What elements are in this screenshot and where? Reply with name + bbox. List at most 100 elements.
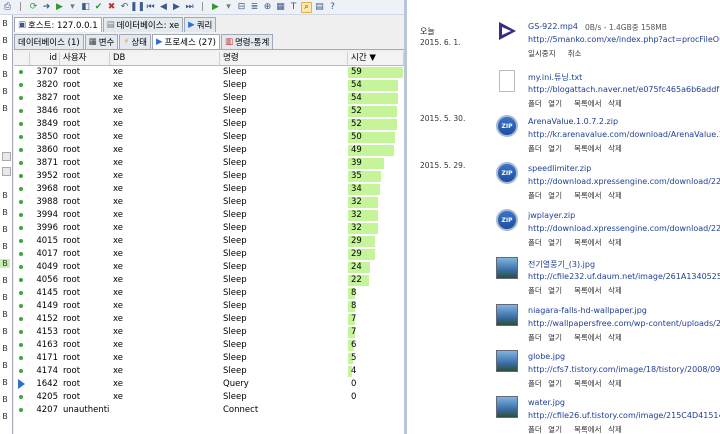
cell-db[interactable] bbox=[110, 404, 220, 417]
tree-item-marker[interactable]: B bbox=[0, 395, 10, 404]
download-filename[interactable]: GS-922.mp4 bbox=[528, 22, 578, 31]
cell-user[interactable]: root bbox=[60, 118, 110, 131]
undo-icon[interactable]: ↶ bbox=[119, 2, 130, 13]
cell-user[interactable]: root bbox=[60, 326, 110, 339]
open-folder-link[interactable]: 폴더 열기 bbox=[528, 379, 562, 388]
cell-time[interactable]: 39 bbox=[348, 157, 404, 170]
cell-id[interactable]: 4017 bbox=[30, 248, 60, 261]
cell-command[interactable]: Sleep bbox=[220, 261, 348, 274]
tree-item-marker[interactable]: B bbox=[0, 19, 10, 28]
cell-time[interactable]: 50 bbox=[348, 131, 404, 144]
cell-db[interactable]: xe bbox=[110, 365, 220, 378]
tree-item-marker[interactable]: B bbox=[0, 293, 10, 302]
cell-time[interactable]: 0 bbox=[348, 378, 404, 391]
cell-command[interactable]: Sleep bbox=[220, 248, 348, 261]
cell-command[interactable]: Sleep bbox=[220, 157, 348, 170]
cell-db[interactable]: xe bbox=[110, 339, 220, 352]
cell-user[interactable]: root bbox=[60, 274, 110, 287]
cell-user[interactable]: root bbox=[60, 196, 110, 209]
cell-command[interactable]: Sleep bbox=[220, 365, 348, 378]
table-row[interactable]: 3860 root xe Sleep 49 bbox=[14, 144, 404, 157]
cell-user[interactable]: unauthenti... bbox=[60, 404, 110, 417]
cell-user[interactable]: root bbox=[60, 66, 110, 79]
download-filename[interactable]: jwplayer.zip bbox=[528, 211, 575, 220]
table-row[interactable]: 4145 root xe Sleep 8 bbox=[14, 287, 404, 300]
cell-user[interactable]: root bbox=[60, 222, 110, 235]
cell-time[interactable]: 7 bbox=[348, 326, 404, 339]
tab-query[interactable]: ▶ 쿼리 bbox=[184, 17, 217, 32]
table-row[interactable]: 3827 root xe Sleep 54 bbox=[14, 92, 404, 105]
cell-id[interactable]: 3994 bbox=[30, 209, 60, 222]
open-folder-link[interactable]: 폴더 열기 bbox=[528, 144, 562, 153]
cell-time[interactable]: 54 bbox=[348, 92, 404, 105]
cell-user[interactable]: root bbox=[60, 378, 110, 391]
tree-item-marker[interactable]: B bbox=[0, 344, 10, 353]
table-row[interactable]: 3820 root xe Sleep 54 bbox=[14, 79, 404, 92]
tree-item-marker[interactable]: B bbox=[0, 361, 10, 370]
tab-command-stats[interactable]: ▥ 명령-통계 bbox=[220, 34, 274, 49]
download-source-url[interactable]: http://download.xpressengine.com/downloa… bbox=[528, 224, 720, 233]
remove-from-list-link[interactable]: 목록에서 삭제 bbox=[574, 333, 622, 342]
download-filename[interactable]: niagara-falls-hd-wallpaper.jpg bbox=[528, 306, 647, 315]
cell-time[interactable]: 5 bbox=[348, 352, 404, 365]
tab-databases[interactable]: 데이터베이스 (1) bbox=[14, 34, 84, 49]
download-source-url[interactable]: http://cfile26.uf.tistory.com/image/215C… bbox=[528, 411, 720, 420]
table-row[interactable]: 3968 root xe Sleep 34 bbox=[14, 183, 404, 196]
dropdown-icon[interactable]: ▾ bbox=[67, 2, 78, 13]
cell-user[interactable]: root bbox=[60, 183, 110, 196]
cell-db[interactable]: xe bbox=[110, 352, 220, 365]
cell-id[interactable]: 3850 bbox=[30, 131, 60, 144]
download-filename[interactable]: speedlimiter.zip bbox=[528, 164, 591, 173]
text-icon[interactable]: T bbox=[288, 2, 299, 13]
cell-command[interactable]: Sleep bbox=[220, 144, 348, 157]
cell-command[interactable]: Sleep bbox=[220, 326, 348, 339]
cell-time[interactable]: 4 bbox=[348, 365, 404, 378]
cell-command[interactable]: Query bbox=[220, 378, 348, 391]
cell-time[interactable]: 6 bbox=[348, 339, 404, 352]
dropdown-icon[interactable]: ▾ bbox=[223, 2, 234, 13]
table-row[interactable]: 4015 root xe Sleep 29 bbox=[14, 235, 404, 248]
open-folder-link[interactable]: 폴더 열기 bbox=[528, 286, 562, 295]
prev-icon[interactable]: ◀ bbox=[158, 2, 169, 13]
cell-time[interactable]: 22 bbox=[348, 274, 404, 287]
open-folder-link[interactable]: 폴더 열기 bbox=[528, 99, 562, 108]
refresh-icon[interactable]: ⟳ bbox=[28, 2, 39, 13]
download-filename[interactable]: ArenaValue.1.0.7.2.zip bbox=[528, 117, 618, 126]
cell-db[interactable]: xe bbox=[110, 222, 220, 235]
tree-item-marker[interactable]: B bbox=[0, 36, 10, 45]
cell-command[interactable]: Sleep bbox=[220, 300, 348, 313]
cell-db[interactable]: xe bbox=[110, 157, 220, 170]
sort-icon[interactable]: ≣ bbox=[249, 2, 260, 13]
cell-time[interactable]: 29 bbox=[348, 235, 404, 248]
cell-db[interactable]: xe bbox=[110, 248, 220, 261]
cell-id[interactable]: 4149 bbox=[30, 300, 60, 313]
cell-db[interactable]: xe bbox=[110, 79, 220, 92]
cell-user[interactable]: root bbox=[60, 105, 110, 118]
cell-command[interactable]: Sleep bbox=[220, 131, 348, 144]
save-icon[interactable]: ◧ bbox=[80, 2, 91, 13]
table-row[interactable]: 3996 root xe Sleep 32 bbox=[14, 222, 404, 235]
cell-id[interactable]: 4171 bbox=[30, 352, 60, 365]
download-filename[interactable]: water.jpg bbox=[528, 398, 565, 407]
tree-item-marker[interactable]: B bbox=[0, 225, 10, 234]
download-filename[interactable]: my.ini.튜닝.txt bbox=[528, 72, 582, 83]
cell-id[interactable]: 3968 bbox=[30, 183, 60, 196]
cell-command[interactable]: Sleep bbox=[220, 313, 348, 326]
tree-item-marker[interactable]: B bbox=[0, 327, 10, 336]
tree-item-marker[interactable]: B bbox=[0, 412, 10, 421]
table-row[interactable]: 4152 root xe Sleep 7 bbox=[14, 313, 404, 326]
cell-db[interactable]: xe bbox=[110, 287, 220, 300]
cell-db[interactable]: xe bbox=[110, 66, 220, 79]
cell-user[interactable]: root bbox=[60, 365, 110, 378]
cell-db[interactable]: xe bbox=[110, 131, 220, 144]
tree-item-marker[interactable]: B bbox=[0, 208, 10, 217]
cell-command[interactable]: Sleep bbox=[220, 183, 348, 196]
column-header-id[interactable]: id bbox=[30, 52, 60, 65]
cell-command[interactable]: Sleep bbox=[220, 170, 348, 183]
cell-command[interactable]: Sleep bbox=[220, 235, 348, 248]
cell-db[interactable]: xe bbox=[110, 313, 220, 326]
cell-id[interactable]: 3827 bbox=[30, 92, 60, 105]
tab-host[interactable]: ▣ 호스트: 127.0.0.1 bbox=[14, 17, 102, 32]
cell-user[interactable]: root bbox=[60, 287, 110, 300]
cell-db[interactable]: xe bbox=[110, 170, 220, 183]
